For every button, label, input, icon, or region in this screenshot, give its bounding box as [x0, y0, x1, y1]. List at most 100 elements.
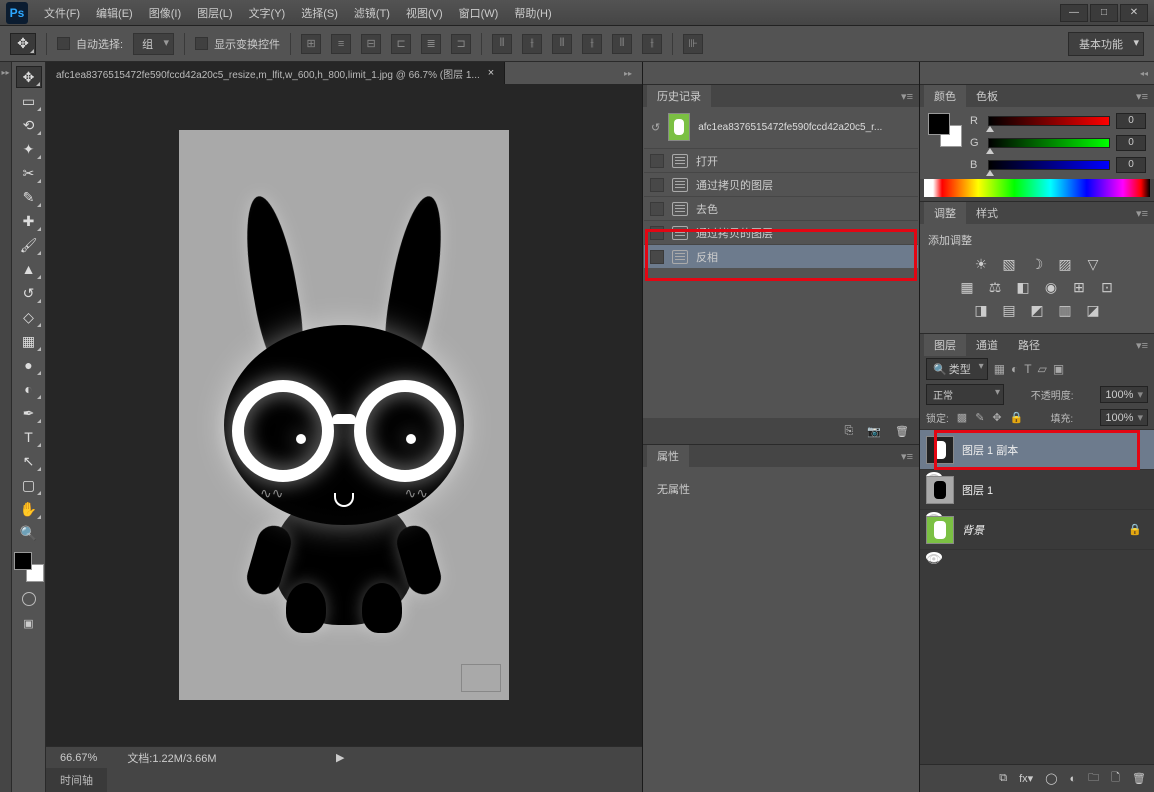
maximize-button[interactable]: □	[1090, 4, 1118, 22]
balance-icon[interactable]: ⚖	[986, 279, 1004, 296]
swatches-tab[interactable]: 色板	[966, 85, 1008, 107]
distribute-icon[interactable]: ⫲	[642, 34, 662, 54]
hue-icon[interactable]: ▦	[958, 279, 976, 296]
layer-row[interactable]: 👁 背景 🔒	[920, 510, 1154, 550]
camera-icon[interactable]: 📷	[867, 425, 881, 438]
color-spectrum[interactable]	[924, 179, 1150, 197]
align-icon[interactable]: ⊏	[391, 34, 411, 54]
distribute-icon[interactable]: ⫲	[522, 34, 542, 54]
status-play-icon[interactable]: ▶	[336, 751, 344, 764]
quick-mask-toggle[interactable]	[16, 588, 42, 610]
history-item[interactable]: 通过拷贝的图层	[644, 172, 918, 196]
invert-icon[interactable]: ◨	[972, 302, 990, 319]
distribute-icon[interactable]: ⫴	[612, 34, 632, 54]
layer-name[interactable]: 图层 1 副本	[962, 442, 1018, 458]
magic-wand-tool[interactable]: ✦	[16, 138, 42, 160]
menu-window[interactable]: 窗口(W)	[453, 2, 505, 24]
fx-icon[interactable]: fx▾	[1019, 772, 1033, 785]
layers-tab[interactable]: 图层	[924, 334, 966, 356]
color-swatch[interactable]	[928, 113, 962, 147]
exposure-icon[interactable]: ▨	[1056, 256, 1074, 273]
color-tab[interactable]: 颜色	[924, 85, 966, 107]
b-value[interactable]: 0	[1116, 157, 1146, 173]
hand-tool[interactable]: ✋	[16, 498, 42, 520]
crop-tool[interactable]: ✂	[16, 162, 42, 184]
healing-tool[interactable]: ✚	[16, 210, 42, 232]
collapse-icon[interactable]: ◂◂	[1140, 69, 1148, 78]
auto-select-option[interactable]: 自动选择:	[57, 36, 123, 52]
checkbox-icon[interactable]	[57, 37, 70, 50]
layer-thumbnail[interactable]	[926, 516, 954, 544]
snapshot-icon[interactable]: ⎘	[845, 425, 854, 438]
bw-icon[interactable]: ◧	[1014, 279, 1032, 296]
panel-menu-icon[interactable]: ▾≡	[1130, 90, 1154, 103]
selective-icon[interactable]: ◪	[1084, 302, 1102, 319]
align-icon[interactable]: ≡	[331, 34, 351, 54]
lock-pixels-icon[interactable]: ✎	[975, 411, 984, 424]
document-tab[interactable]: afc1ea8376515472fe590fccd42a20c5_resize,…	[46, 62, 505, 84]
filter-pixel-icon[interactable]: ▦	[994, 362, 1005, 376]
history-source[interactable]: ↺ afc1ea8376515472fe590fccd42a20c5_r...	[643, 107, 919, 147]
panel-menu-icon[interactable]: ▾≡	[1130, 339, 1154, 352]
link-icon[interactable]: ⧉	[999, 772, 1007, 785]
marquee-tool[interactable]: ▭	[16, 90, 42, 112]
layer-row[interactable]: 👁 图层 1	[920, 470, 1154, 510]
layer-name[interactable]: 背景	[962, 522, 984, 538]
new-layer-icon[interactable]: 🗋	[1111, 769, 1120, 788]
gradient-tool[interactable]: ▦	[16, 330, 42, 352]
color-swatch[interactable]	[14, 552, 44, 582]
opacity-value[interactable]: 100%▾	[1100, 386, 1148, 403]
menu-layer[interactable]: 图层(L)	[191, 2, 238, 24]
eraser-tool[interactable]: ◇	[16, 306, 42, 328]
brush-tool[interactable]: 🖌	[16, 234, 42, 256]
stamp-tool[interactable]: ▲	[16, 258, 42, 280]
r-slider[interactable]	[988, 116, 1110, 126]
menu-edit[interactable]: 编辑(E)	[90, 2, 139, 24]
blur-tool[interactable]: ●	[16, 354, 42, 376]
layer-thumbnail[interactable]	[926, 436, 954, 464]
threshold-icon[interactable]: ◩	[1028, 302, 1046, 319]
auto-select-dropdown[interactable]: 组	[133, 33, 174, 55]
history-brush-tool[interactable]: ↺	[16, 282, 42, 304]
layer-row[interactable]: 👁 图层 1 副本	[920, 430, 1154, 470]
lock-transparency-icon[interactable]: ▩	[957, 411, 967, 424]
visibility-icon[interactable]: 👁	[926, 552, 942, 562]
close-tab-icon[interactable]: ×	[488, 67, 494, 79]
history-tab[interactable]: 历史记录	[647, 85, 711, 107]
pen-tool[interactable]: ✒	[16, 402, 42, 424]
distribute-icon[interactable]: ⫴	[552, 34, 572, 54]
brightness-icon[interactable]: ☀	[972, 256, 990, 273]
history-item[interactable]: 去色	[644, 196, 918, 220]
align-icon[interactable]: ⊞	[301, 34, 321, 54]
group-icon[interactable]: 🗀	[1088, 769, 1099, 788]
menu-view[interactable]: 视图(V)	[400, 2, 449, 24]
panel-menu-icon[interactable]: ▾≡	[895, 450, 919, 463]
mask-icon[interactable]: ◯	[1045, 772, 1057, 785]
distribute-icon[interactable]: ⫲	[582, 34, 602, 54]
tool-dock-edge[interactable]: ▸▸	[0, 62, 12, 792]
menu-file[interactable]: 文件(F)	[38, 2, 86, 24]
vibrance-icon[interactable]: ▽	[1084, 256, 1102, 273]
zoom-level[interactable]: 66.67%	[60, 752, 97, 764]
curves-icon[interactable]: ☽	[1028, 256, 1046, 273]
adjustments-tab[interactable]: 调整	[924, 202, 966, 224]
zoom-tool[interactable]: 🔍	[16, 522, 42, 544]
gradient-map-icon[interactable]: ▥	[1056, 302, 1074, 319]
arrange-icon[interactable]: ⊪	[683, 34, 703, 54]
paths-tab[interactable]: 路径	[1008, 334, 1050, 356]
path-tool[interactable]: ↖	[16, 450, 42, 472]
distribute-icon[interactable]: ⫴	[492, 34, 512, 54]
adjustment-layer-icon[interactable]: ◐	[1070, 773, 1077, 785]
channel-mixer-icon[interactable]: ⊞	[1070, 279, 1088, 296]
filter-type-icon[interactable]: T	[1024, 362, 1031, 376]
blend-mode-dropdown[interactable]: 正常	[926, 384, 1004, 405]
history-item[interactable]: 反相	[644, 244, 918, 268]
menu-select[interactable]: 选择(S)	[295, 2, 344, 24]
foreground-color[interactable]	[14, 552, 32, 570]
channels-tab[interactable]: 通道	[966, 334, 1008, 356]
levels-icon[interactable]: ▧	[1000, 256, 1018, 273]
fill-value[interactable]: 100%▾	[1100, 409, 1148, 426]
move-tool[interactable]: ✥	[16, 66, 42, 88]
menu-image[interactable]: 图像(I)	[143, 2, 187, 24]
menu-filter[interactable]: 滤镜(T)	[348, 2, 396, 24]
